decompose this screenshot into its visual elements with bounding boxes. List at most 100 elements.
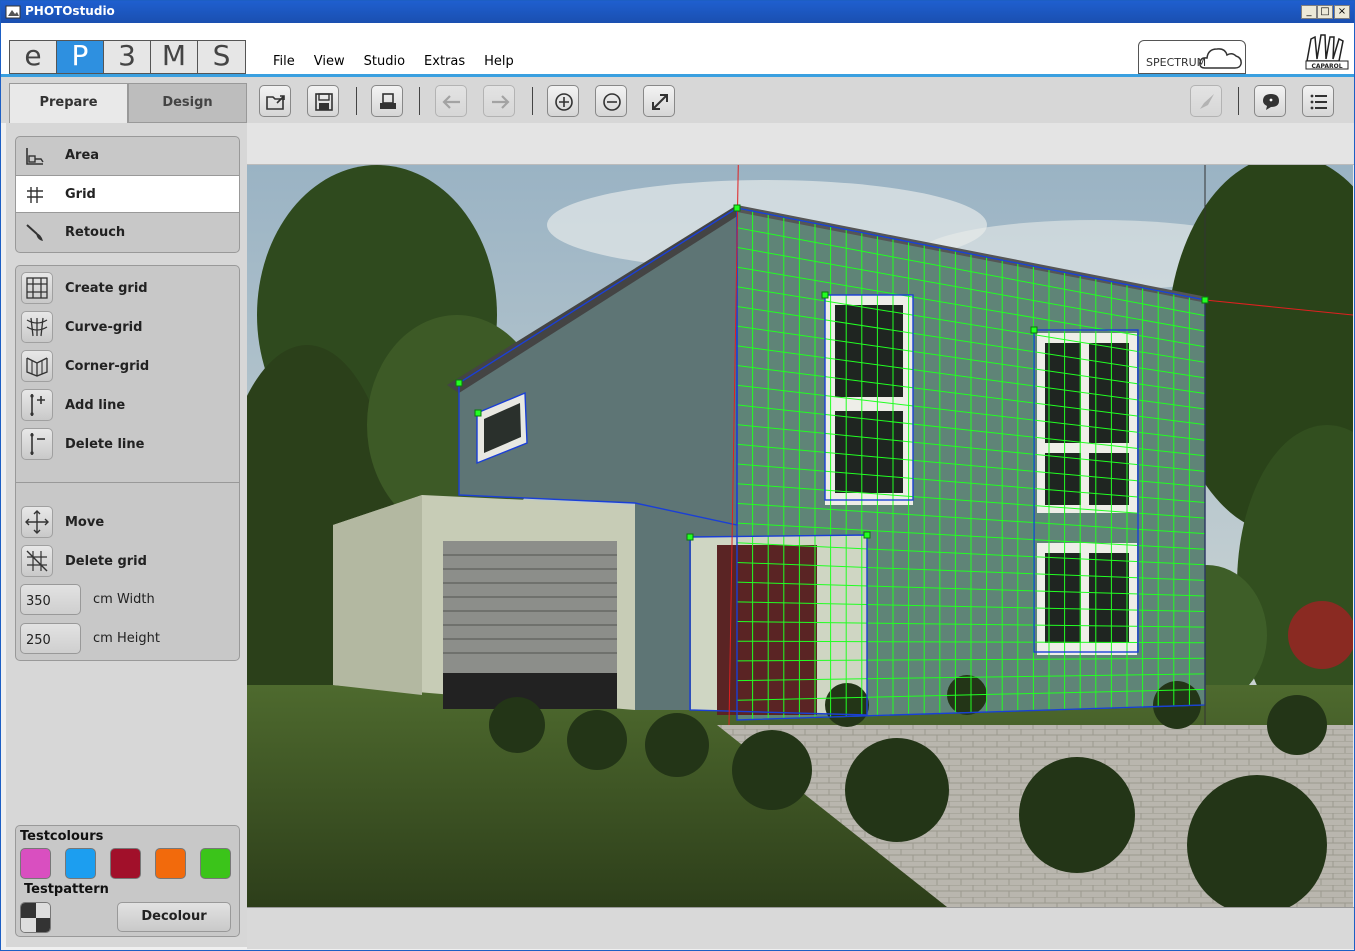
house-photo[interactable] [247,165,1353,907]
delete-grid-icon [26,550,48,572]
add-line-icon [30,394,45,416]
mode-area[interactable]: Area [16,137,239,175]
decolour-button[interactable]: Decolour [117,902,231,932]
toolbar-separator [356,87,357,115]
swatch-green[interactable] [200,848,231,879]
module-tab-s[interactable]: S [198,41,245,73]
module-tab-e[interactable]: e [10,41,57,73]
window-title: PHOTOstudio [25,4,115,18]
print-icon [380,93,396,109]
zoom-in-button[interactable] [547,85,579,117]
save-icon [315,93,333,111]
delete-line-tool[interactable]: Delete line [20,428,238,462]
minimize-button[interactable]: _ [1301,5,1317,19]
toolbar-separator [532,87,533,115]
module-tab-m[interactable]: M [151,41,198,73]
main-menu: File View Studio Extras Help [273,54,514,69]
corner-grid-label: Corner-grid [65,359,150,374]
expand-icon [652,94,668,110]
add-line-icon-box [21,389,53,421]
mode-grid[interactable]: Grid [16,175,239,213]
grid-tools-group: Create grid Curve-grid Corner-grid Add l… [15,265,240,661]
width-label: cm Width [93,592,155,607]
testpattern-button[interactable] [20,902,51,933]
move-icon-box [21,506,53,538]
window-pane [1089,553,1129,643]
zoom-out-icon [603,93,621,111]
menu-bar: e P 3 M S File View Studio Extras Help S… [1,23,1354,77]
window-pane [1045,553,1081,643]
zoom-in-icon [555,93,573,111]
undo-button[interactable] [435,85,467,117]
move-tool[interactable]: Move [20,506,238,540]
delete-grid-tool[interactable]: Delete grid [20,545,238,579]
corner-grid-icon [26,357,48,377]
mode-group: Area Grid Retouch [15,136,240,253]
height-label: cm Height [93,631,160,646]
chat-button[interactable] [1254,85,1286,117]
module-tab-p[interactable]: P [57,41,104,73]
create-grid-tool[interactable]: Create grid [20,272,238,306]
app-icon [5,5,21,19]
curve-grid-tool[interactable]: Curve-grid [20,311,238,345]
height-input[interactable]: 250 [20,623,81,654]
checker-pattern-icon [21,903,50,932]
photo-canvas [247,165,1353,907]
testpattern-title: Testpattern [24,882,109,897]
swatch-blue[interactable] [65,848,96,879]
mode-area-label: Area [65,148,100,163]
menu-studio[interactable]: Studio [364,54,405,69]
create-grid-label: Create grid [65,281,148,296]
menu-view[interactable]: View [314,54,345,69]
create-grid-icon [26,277,48,299]
open-button[interactable] [259,85,291,117]
canvas-top-margin [247,123,1354,165]
window-pane [1045,453,1081,505]
area-icon [26,148,44,165]
fit-button[interactable] [643,85,675,117]
spectrum-label: SPECTRUM [1146,56,1207,69]
delete-grid-label: Delete grid [65,554,147,569]
testcolours-title: Testcolours [20,829,104,844]
swatch-pink[interactable] [20,848,51,879]
list-button[interactable] [1302,85,1334,117]
move-icon [25,510,49,534]
tab-prepare[interactable]: Prepare [9,83,128,123]
corner-grid-tool[interactable]: Corner-grid [20,350,238,384]
caparol-label: CAPAROL [1311,63,1342,70]
list-icon [1310,94,1327,110]
menu-extras[interactable]: Extras [424,54,465,69]
toolbar-separator [419,87,420,115]
add-line-tool[interactable]: Add line [20,389,238,423]
close-button[interactable]: × [1334,5,1350,19]
testcolours-group: Testcolours Testpattern Decolour [15,825,240,937]
window-pane [1089,343,1129,443]
tools-separator [16,482,239,483]
swatch-orange[interactable] [155,848,186,879]
print-button[interactable] [371,85,403,117]
swatch-red[interactable] [110,848,141,879]
menu-file[interactable]: File [273,54,295,69]
share-button[interactable] [1190,85,1222,117]
mode-grid-label: Grid [65,187,96,202]
redo-button[interactable] [483,85,515,117]
zoom-out-button[interactable] [595,85,627,117]
corner-grid-icon-box [21,350,53,382]
app-window: PHOTOstudio _ □ × e P 3 M S File View St… [0,0,1355,951]
spectrum-button[interactable]: SPECTRUM [1138,40,1246,74]
save-button[interactable] [307,85,339,117]
curve-grid-icon [26,317,48,337]
menu-help[interactable]: Help [484,54,514,69]
arrow-left-icon [442,95,460,109]
width-input[interactable]: 350 [20,584,81,615]
add-line-label: Add line [65,398,126,413]
curve-grid-icon-box [21,311,53,343]
canvas-bottom-margin [247,907,1354,949]
brush-icon [26,224,43,241]
module-tab-3[interactable]: 3 [104,41,151,73]
tab-design[interactable]: Design [128,83,247,123]
mode-retouch[interactable]: Retouch [16,214,239,252]
toolbar-separator [1238,87,1239,115]
maximize-button[interactable]: □ [1317,5,1333,19]
garage-side [333,495,422,695]
